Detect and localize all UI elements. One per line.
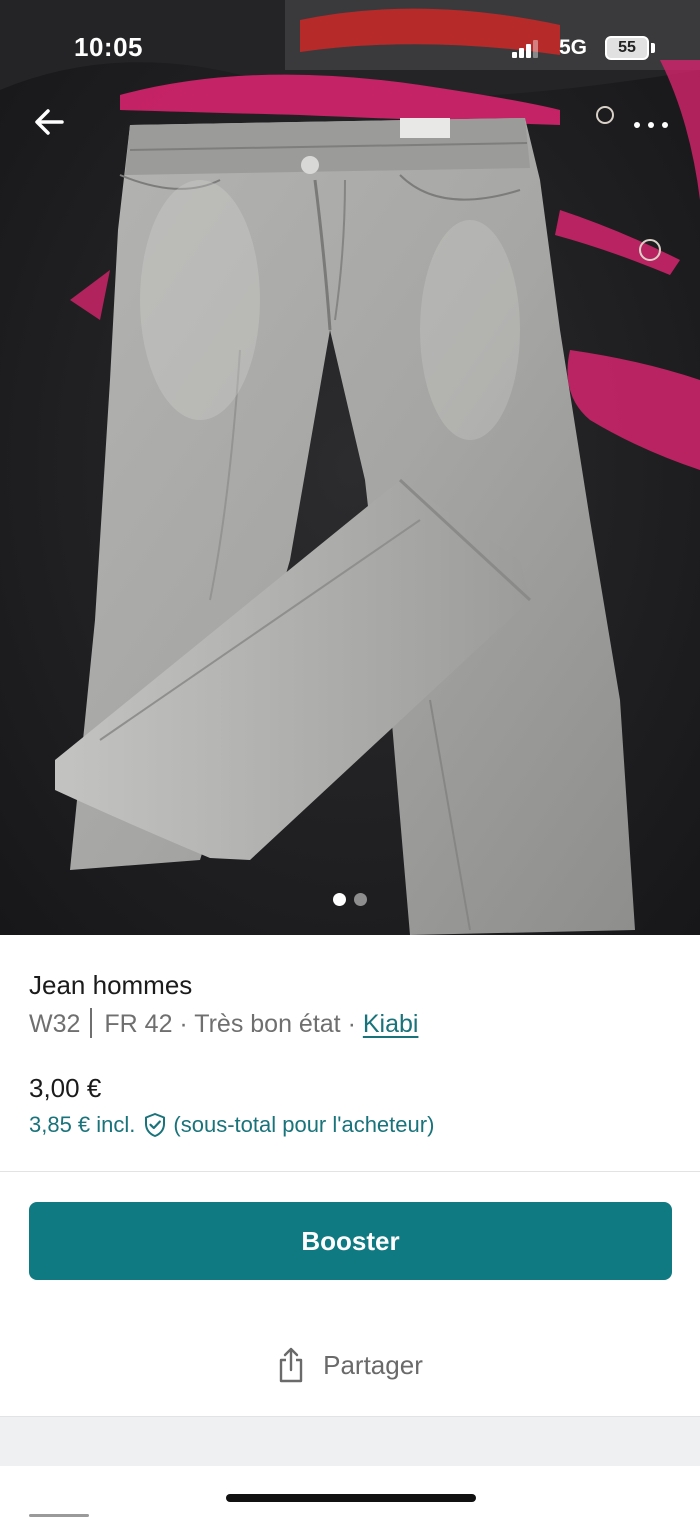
next-section bbox=[0, 1466, 700, 1518]
arrow-left-icon bbox=[35, 109, 64, 135]
battery-tip bbox=[651, 43, 655, 53]
item-size: W32 bbox=[29, 1010, 81, 1038]
section-spacer bbox=[0, 1416, 700, 1466]
brand-link[interactable]: Kiabi bbox=[363, 1010, 419, 1038]
more-options-button[interactable] bbox=[626, 110, 678, 140]
share-label: Partager bbox=[323, 1349, 423, 1380]
item-title: Jean hommes bbox=[29, 970, 193, 1000]
battery-icon: 55 bbox=[605, 36, 649, 60]
share-upload-icon bbox=[279, 1347, 303, 1383]
status-time: 10:05 bbox=[74, 32, 143, 62]
attribute-divider bbox=[90, 1008, 93, 1038]
price-with-protection[interactable]: 3,85 € incl. (sous-total pour l'acheteur… bbox=[29, 1112, 434, 1138]
item-photo-carousel[interactable]: 10:05 5G 55 bbox=[0, 0, 700, 935]
pager-dot bbox=[354, 893, 367, 906]
battery-level: 55 bbox=[618, 39, 636, 56]
item-photo bbox=[0, 0, 700, 935]
booster-button[interactable]: Booster bbox=[29, 1202, 672, 1280]
item-price: 3,00 € bbox=[29, 1073, 102, 1103]
pager-dot-active bbox=[333, 893, 346, 906]
next-section-heading-cropped bbox=[29, 1511, 99, 1518]
booster-label: Booster bbox=[301, 1225, 400, 1256]
home-indicator[interactable] bbox=[226, 1494, 476, 1502]
section-divider bbox=[0, 1171, 700, 1172]
network-type: 5G bbox=[559, 36, 588, 59]
status-bar: 10:05 5G 55 bbox=[0, 0, 700, 95]
shield-check-icon bbox=[145, 1113, 166, 1137]
photo-pager bbox=[0, 893, 700, 907]
item-attributes: W32 FR 42 · Très bon état · Kiabi bbox=[29, 1008, 418, 1039]
cellular-signal-icon bbox=[512, 40, 540, 58]
price-incl-note: (sous-total pour l'acheteur) bbox=[173, 1112, 435, 1137]
price-incl-amount: 3,85 € incl. bbox=[29, 1112, 136, 1137]
back-button[interactable] bbox=[26, 100, 74, 144]
item-detail-screen: 10:05 5G 55 Jean hommes W32 FR 42 · Très… bbox=[0, 0, 700, 1518]
share-button[interactable]: Partager bbox=[0, 1330, 700, 1400]
item-size-condition: FR 42 · Très bon état · bbox=[104, 1010, 363, 1038]
